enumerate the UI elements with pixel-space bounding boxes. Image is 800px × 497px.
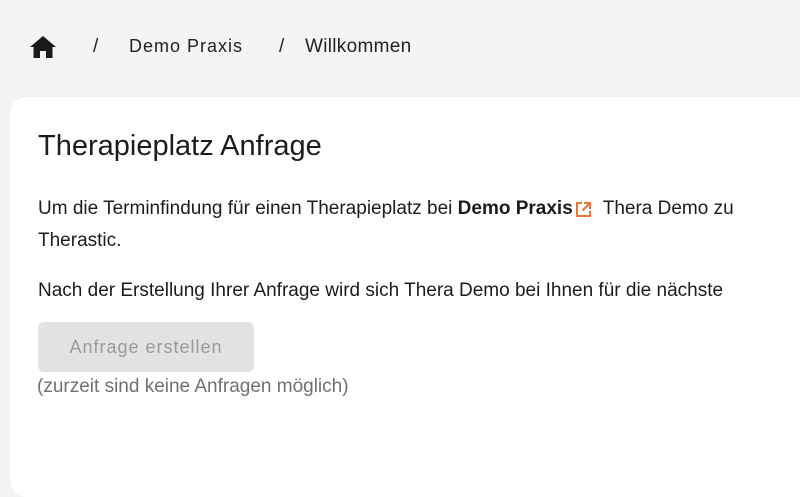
create-request-button[interactable]: Anfrage erstellen: [38, 322, 254, 372]
intro-text-line2: Therastic.: [38, 230, 122, 251]
external-link-icon[interactable]: [575, 197, 592, 229]
breadcrumb-separator: /: [93, 36, 99, 57]
intro-text-start: Um die Terminfindung für einen Therapiep…: [38, 198, 458, 219]
intro-text-end: Thera Demo zu: [597, 198, 734, 219]
home-link[interactable]: [28, 32, 58, 62]
availability-note: (zurzeit sind keine Anfragen möglich): [37, 376, 349, 397]
intro-text: Um die Terminfindung für einen Therapiep…: [38, 193, 734, 225]
breadcrumb: / Demo Praxis / Willkommen: [0, 0, 800, 96]
followup-text: Nach der Erstellung Ihrer Anfrage wird s…: [38, 280, 724, 301]
breadcrumb-separator: /: [279, 36, 285, 57]
breadcrumb-practice[interactable]: Demo Praxis: [129, 36, 243, 57]
practice-link[interactable]: Demo Praxis: [458, 198, 573, 219]
page-title: Therapieplatz Anfrage: [38, 130, 322, 162]
breadcrumb-current: Willkommen: [305, 36, 412, 57]
home-icon: [30, 36, 56, 58]
